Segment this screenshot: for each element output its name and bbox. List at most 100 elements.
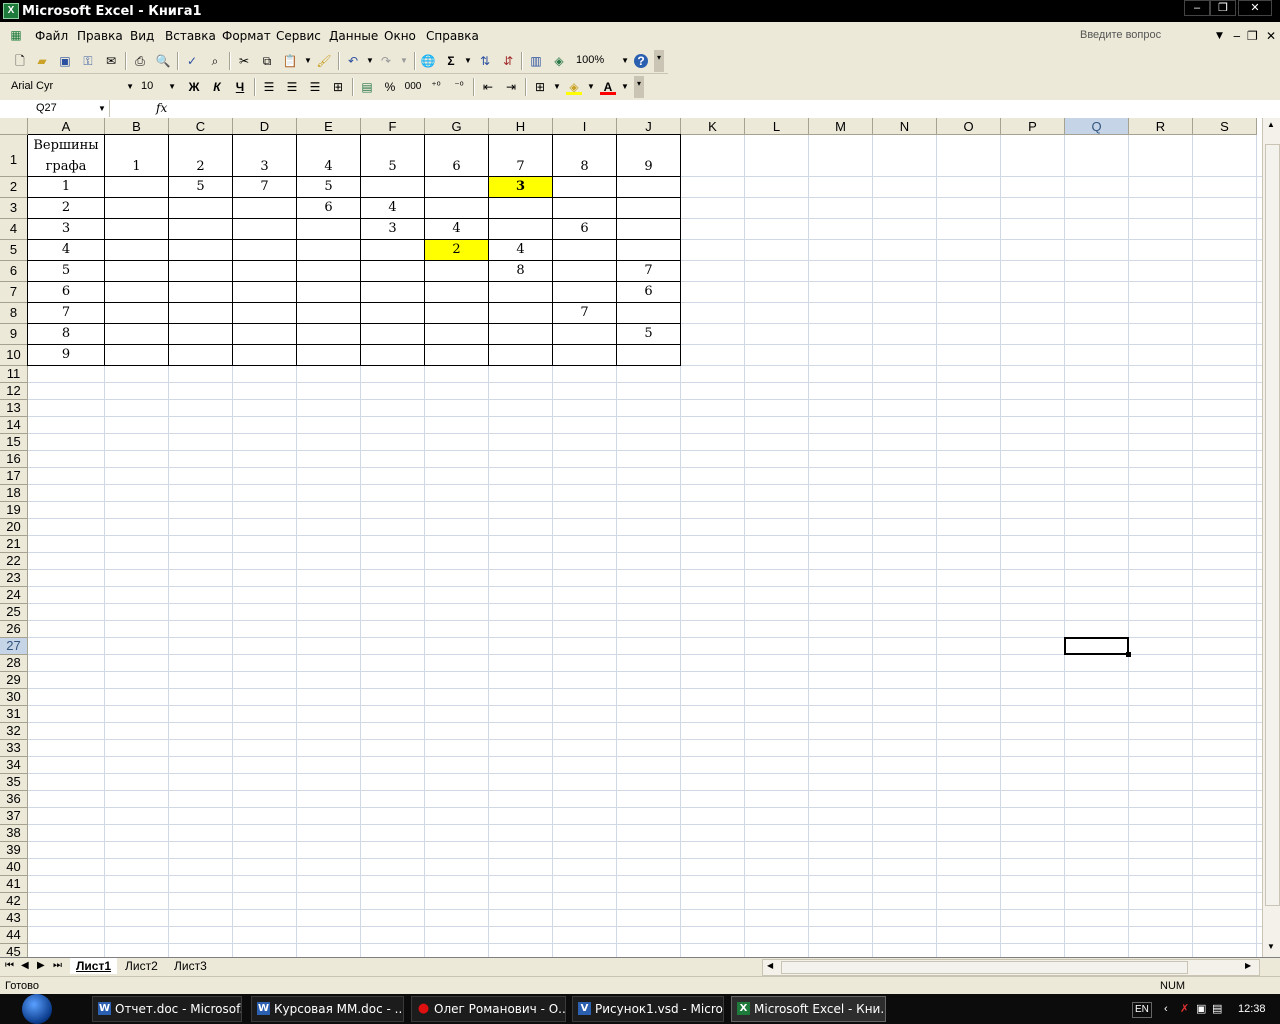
cell-a3[interactable]: 2: [28, 198, 105, 219]
cell-c7[interactable]: [169, 282, 233, 303]
doc-restore-icon[interactable]: ❐: [1247, 29, 1258, 43]
row-header-19[interactable]: 19: [0, 502, 28, 519]
row-header-14[interactable]: 14: [0, 417, 28, 434]
cell-b8[interactable]: [105, 303, 169, 324]
cell-h5[interactable]: 4: [489, 240, 553, 261]
worksheet-grid[interactable]: ABCDEFGHIJKLMNOPQRS 1 2 3 4 5 6 7 8 9 10 11 12 13 14 1…: [0, 118, 1262, 957]
decrease-decimal-icon[interactable]: ⁻⁰: [451, 79, 467, 95]
email-icon[interactable]: ✉: [103, 53, 119, 69]
drawing-icon[interactable]: ◈: [551, 53, 567, 69]
scroll-right-icon[interactable]: ▶: [1245, 961, 1251, 970]
column-header-n[interactable]: N: [873, 118, 937, 135]
sort-ascending-icon[interactable]: ⇅: [477, 53, 493, 69]
row-header-26[interactable]: 26: [0, 621, 28, 638]
cell-e8[interactable]: [297, 303, 361, 324]
chart-wizard-icon[interactable]: ▥: [528, 53, 544, 69]
format-painter-icon[interactable]: 🖌: [316, 53, 332, 69]
font-size-select[interactable]: 10 ▼: [138, 78, 178, 95]
formula-input[interactable]: [180, 101, 1260, 116]
font-name-dropdown-icon[interactable]: ▼: [126, 78, 134, 95]
open-icon[interactable]: ▰: [34, 53, 50, 69]
row-header-41[interactable]: 41: [0, 876, 28, 893]
scroll-left-icon[interactable]: ◀: [767, 961, 773, 970]
borders-dropdown-icon[interactable]: ▼: [549, 79, 565, 95]
format-toolbar-options-icon[interactable]: ▾: [634, 76, 644, 98]
help-icon[interactable]: ?: [634, 54, 648, 68]
insert-function-icon[interactable]: fx: [156, 101, 167, 115]
row-header-38[interactable]: 38: [0, 825, 28, 842]
cell-b9[interactable]: [105, 324, 169, 345]
row-header-10[interactable]: 10: [0, 345, 28, 366]
font-name-select[interactable]: Arial Cyr ▼: [8, 78, 136, 95]
row-header-20[interactable]: 20: [0, 519, 28, 536]
cell-j8[interactable]: [617, 303, 681, 324]
cell-b7[interactable]: [105, 282, 169, 303]
row-header-9[interactable]: 9: [0, 324, 28, 345]
row-header-2[interactable]: 2: [0, 177, 28, 198]
column-header-p[interactable]: P: [1001, 118, 1065, 135]
fill-color-dropdown-icon[interactable]: ▼: [583, 79, 599, 95]
tray-volume-icon[interactable]: ▤: [1212, 994, 1222, 1024]
row-header-15[interactable]: 15: [0, 434, 28, 451]
menu-insert[interactable]: Вставка: [165, 29, 216, 43]
row-header-22[interactable]: 22: [0, 553, 28, 570]
increase-decimal-icon[interactable]: ⁺⁰: [428, 79, 444, 95]
task-otchet[interactable]: W Отчет.doc - Microsof...: [92, 996, 242, 1022]
restore-button[interactable]: ❐: [1210, 0, 1236, 16]
column-header-g[interactable]: G: [425, 118, 489, 135]
cell-f3[interactable]: 4: [361, 198, 425, 219]
cell-g2[interactable]: [425, 177, 489, 198]
cell-b10[interactable]: [105, 345, 169, 366]
row-header-17[interactable]: 17: [0, 468, 28, 485]
tray-network-icon[interactable]: ▣: [1196, 994, 1206, 1024]
sheet-tab-1[interactable]: Лист1: [70, 958, 118, 974]
zoom-select[interactable]: 100% ▼: [573, 52, 631, 69]
row-header-43[interactable]: 43: [0, 910, 28, 927]
column-header-b[interactable]: B: [105, 118, 169, 135]
currency-icon[interactable]: ▤: [359, 79, 375, 95]
row-header-7[interactable]: 7: [0, 282, 28, 303]
sort-descending-icon[interactable]: ⇵: [500, 53, 516, 69]
cell-j5[interactable]: [617, 240, 681, 261]
cell-i3[interactable]: [553, 198, 617, 219]
merge-center-icon[interactable]: ⊞: [330, 79, 346, 95]
cell-c9[interactable]: [169, 324, 233, 345]
row-header-40[interactable]: 40: [0, 859, 28, 876]
cell-a7[interactable]: 6: [28, 282, 105, 303]
cell-f1[interactable]: 5: [361, 135, 425, 177]
italic-button[interactable]: К: [209, 79, 225, 95]
row-header-23[interactable]: 23: [0, 570, 28, 587]
cell-j9[interactable]: 5: [617, 324, 681, 345]
autosum-dropdown-icon[interactable]: ▼: [460, 53, 476, 69]
column-header-o[interactable]: O: [937, 118, 1001, 135]
cell-e6[interactable]: [297, 261, 361, 282]
cell-g9[interactable]: [425, 324, 489, 345]
last-sheet-icon[interactable]: ⏭: [53, 960, 62, 971]
tray-expand-icon[interactable]: ‹: [1164, 994, 1168, 1024]
column-header-q[interactable]: Q: [1065, 118, 1129, 135]
redo-dropdown-icon[interactable]: ▼: [396, 53, 412, 69]
undo-dropdown-icon[interactable]: ▼: [362, 53, 378, 69]
cell-c5[interactable]: [169, 240, 233, 261]
print-icon[interactable]: ⎙: [132, 53, 148, 69]
cell-b2[interactable]: [105, 177, 169, 198]
cell-i9[interactable]: [553, 324, 617, 345]
cell-f5[interactable]: [361, 240, 425, 261]
cell-c8[interactable]: [169, 303, 233, 324]
cell-h8[interactable]: [489, 303, 553, 324]
cell-e10[interactable]: [297, 345, 361, 366]
row-header-35[interactable]: 35: [0, 774, 28, 791]
name-box[interactable]: Q27 ▼: [0, 100, 110, 117]
cell-i7[interactable]: [553, 282, 617, 303]
cell-a6[interactable]: 5: [28, 261, 105, 282]
cell-c10[interactable]: [169, 345, 233, 366]
new-icon[interactable]: 🗋: [12, 53, 28, 69]
cut-icon[interactable]: ✂: [236, 53, 252, 69]
cell-h1[interactable]: 7: [489, 135, 553, 177]
menu-edit[interactable]: Правка: [77, 29, 123, 43]
copy-icon[interactable]: ⧉: [259, 53, 275, 69]
horizontal-scrollbar[interactable]: ◀ ▶: [762, 959, 1260, 976]
row-header-6[interactable]: 6: [0, 261, 28, 282]
task-opera[interactable]: ● Олег Романович - О...: [411, 996, 566, 1022]
cell-i1[interactable]: 8: [553, 135, 617, 177]
